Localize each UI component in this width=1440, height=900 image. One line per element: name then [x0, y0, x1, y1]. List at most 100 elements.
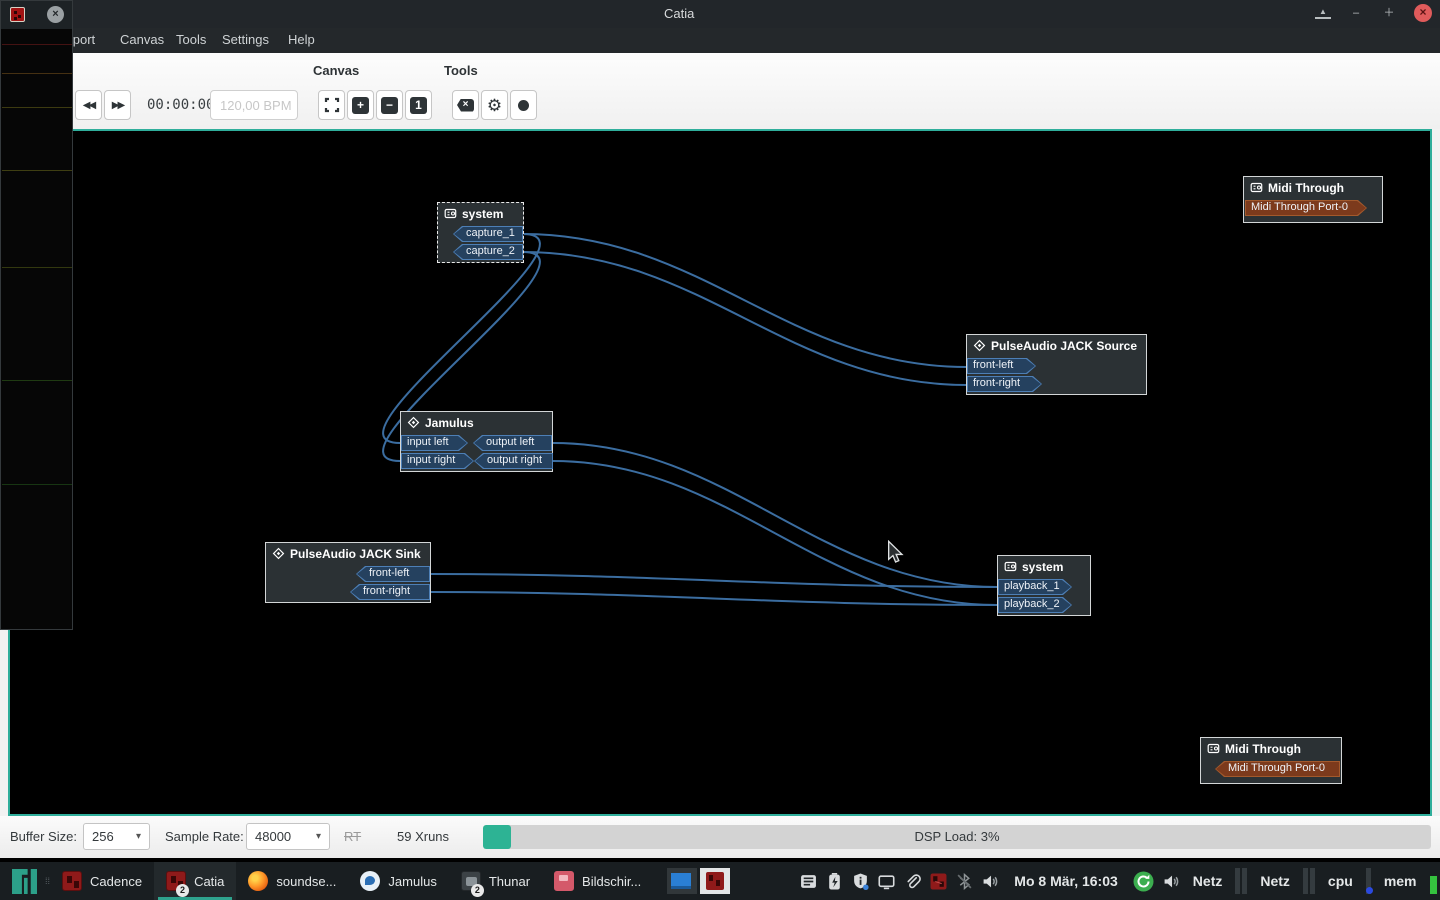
buffer-size-label: Buffer Size:	[10, 829, 77, 844]
zoom-out-icon: −	[381, 97, 398, 114]
close-icon[interactable]: ×	[47, 6, 64, 23]
workspace-pager[interactable]	[667, 868, 730, 894]
node-system-capture[interactable]: system capture_1 capture_2	[437, 202, 524, 263]
network-monitor-label[interactable]: Netz	[1260, 873, 1290, 889]
port-jamulus-output-left[interactable]: output left	[473, 435, 552, 451]
shade-button[interactable]: ▲	[1315, 7, 1331, 19]
port-jamulus-output-right[interactable]: output right	[474, 453, 553, 469]
canvas-zoom-out-button[interactable]: −	[376, 90, 403, 120]
port-playback-2[interactable]: playback_2	[998, 597, 1072, 613]
statusbar: Buffer Size: 256 ▾ Sample Rate: 48000 ▾ …	[0, 816, 1440, 858]
port-sink-front-left[interactable]: front-left	[356, 566, 430, 582]
node-title-label: Midi Through	[1268, 181, 1344, 195]
realtime-label: RT	[344, 829, 361, 844]
connection-wires	[10, 131, 1434, 814]
node-midi-through-in[interactable]: Midi Through Midi Through Port-0	[1200, 737, 1342, 784]
port-sink-front-right[interactable]: front-right	[350, 584, 430, 600]
menubar: Transport Canvas Tools Settings Help	[0, 28, 1440, 53]
clear-icon: ×	[457, 99, 474, 112]
rewind-icon: ◀◀	[83, 100, 94, 111]
transport-backward-button[interactable]: ◀◀	[75, 90, 102, 120]
tools-clear-xruns-button[interactable]: ×	[452, 90, 479, 120]
volume-icon[interactable]	[1163, 873, 1180, 890]
buffer-size-select[interactable]: 256 ▾	[83, 823, 150, 850]
display-icon[interactable]	[878, 873, 895, 890]
port-midi-through-in[interactable]: Midi Through Port-0	[1215, 761, 1340, 777]
window-count-badge: 2	[176, 884, 189, 897]
toolbar: Canvas Tools ◀◀ ▶▶ 00:00:00 + − 1 × ⚙	[0, 53, 1440, 129]
application-icon	[272, 547, 285, 560]
node-jamulus[interactable]: Jamulus input left output left input rig…	[400, 411, 553, 472]
maximize-button[interactable]: ＋	[1381, 4, 1397, 22]
paperclip-icon[interactable]	[904, 873, 921, 890]
bpm-input[interactable]	[210, 90, 298, 120]
canvas-zoom-fit-button[interactable]	[318, 90, 345, 120]
node-title-label: Jamulus	[425, 416, 474, 430]
update-ready-icon[interactable]	[1133, 871, 1154, 892]
node-pulseaudio-jack-source[interactable]: PulseAudio JACK Source front-left front-…	[966, 334, 1147, 395]
meter-scale-line	[2, 44, 72, 45]
port-playback-1[interactable]: playback_1	[998, 579, 1072, 595]
mem-monitor-label[interactable]: mem	[1384, 873, 1417, 889]
node-system-playback[interactable]: system playback_1 playback_2	[997, 555, 1091, 616]
port-source-front-left[interactable]: front-left	[967, 358, 1036, 374]
battery-icon[interactable]	[826, 873, 843, 890]
tools-configure-button[interactable]: ⚙	[481, 90, 508, 120]
window-count-badge: 2	[471, 884, 484, 897]
canvas-group-label: Canvas	[313, 63, 359, 78]
sample-rate-select[interactable]: 48000 ▾	[246, 823, 330, 850]
dsp-load-text: DSP Load: 3%	[483, 829, 1431, 844]
cpu-indicator	[1366, 887, 1373, 894]
canvas-zoom-in-button[interactable]: +	[347, 90, 374, 120]
port-jamulus-input-right[interactable]: input right	[401, 453, 474, 469]
patchbay-canvas[interactable]: system capture_1 capture_2 Midi Through …	[8, 129, 1432, 816]
manjaro-menu-icon[interactable]	[12, 869, 37, 894]
meter-scale-line	[2, 484, 72, 485]
shield-info-icon[interactable]	[852, 873, 869, 890]
network-graph	[1235, 868, 1247, 894]
transport-forward-button[interactable]: ▶▶	[104, 90, 131, 120]
patchbay-tray-icon[interactable]	[930, 873, 947, 890]
meter-window[interactable]: ×	[0, 0, 73, 630]
task-soundsettings[interactable]: soundse...	[236, 862, 348, 900]
meter-scale-line	[2, 267, 72, 268]
workspace-1[interactable]	[667, 868, 697, 894]
task-screenshot[interactable]: Bildschir...	[542, 862, 653, 900]
workspace-2-active[interactable]	[700, 868, 730, 894]
menu-settings[interactable]: Settings	[222, 32, 269, 47]
port-capture-2[interactable]: capture_2	[453, 244, 523, 260]
task-jamulus[interactable]: Jamulus	[348, 862, 448, 900]
node-title-label: system	[462, 207, 503, 221]
screenshot-icon	[554, 871, 574, 891]
clipboard-icon[interactable]	[800, 873, 817, 890]
node-pulseaudio-jack-sink[interactable]: PulseAudio JACK Sink front-left front-ri…	[265, 542, 431, 603]
catia-window: Catia ▲ – ＋ × Transport Canvas Tools Set…	[0, 0, 1440, 858]
application-icon	[973, 339, 986, 352]
port-source-front-right[interactable]: front-right	[967, 376, 1042, 392]
task-thunar[interactable]: 2 Thunar	[449, 862, 542, 900]
port-capture-1[interactable]: capture_1	[453, 226, 523, 242]
tools-record-button[interactable]	[510, 90, 537, 120]
chevron-down-icon: ▾	[136, 831, 141, 842]
cpu-monitor-label[interactable]: cpu	[1328, 873, 1353, 889]
close-button[interactable]: ×	[1414, 4, 1432, 22]
volume-icon[interactable]	[982, 873, 999, 890]
cadence-icon	[62, 871, 82, 891]
network-monitor-label[interactable]: Netz	[1193, 873, 1223, 889]
menu-tools[interactable]: Tools	[176, 32, 206, 47]
canvas-zoom-100-button[interactable]: 1	[405, 90, 432, 120]
zoom-in-icon: +	[352, 97, 369, 114]
task-catia[interactable]: 2 Catia	[154, 862, 236, 900]
meter-scale-line	[2, 380, 72, 381]
bluetooth-off-icon[interactable]	[956, 873, 973, 890]
port-jamulus-input-left[interactable]: input left	[401, 435, 468, 451]
menu-canvas[interactable]: Canvas	[120, 32, 164, 47]
node-title-label: PulseAudio JACK Sink	[290, 547, 421, 561]
node-midi-through-out[interactable]: Midi Through Midi Through Port-0	[1243, 176, 1383, 223]
clock[interactable]: Mo 8 Mär, 16:03	[1014, 873, 1118, 889]
minimize-button[interactable]: –	[1348, 4, 1364, 22]
task-cadence[interactable]: Cadence	[50, 862, 154, 900]
port-midi-through-out[interactable]: Midi Through Port-0	[1245, 200, 1367, 216]
menu-help[interactable]: Help	[288, 32, 315, 47]
transport-time: 00:00:00	[147, 97, 214, 113]
